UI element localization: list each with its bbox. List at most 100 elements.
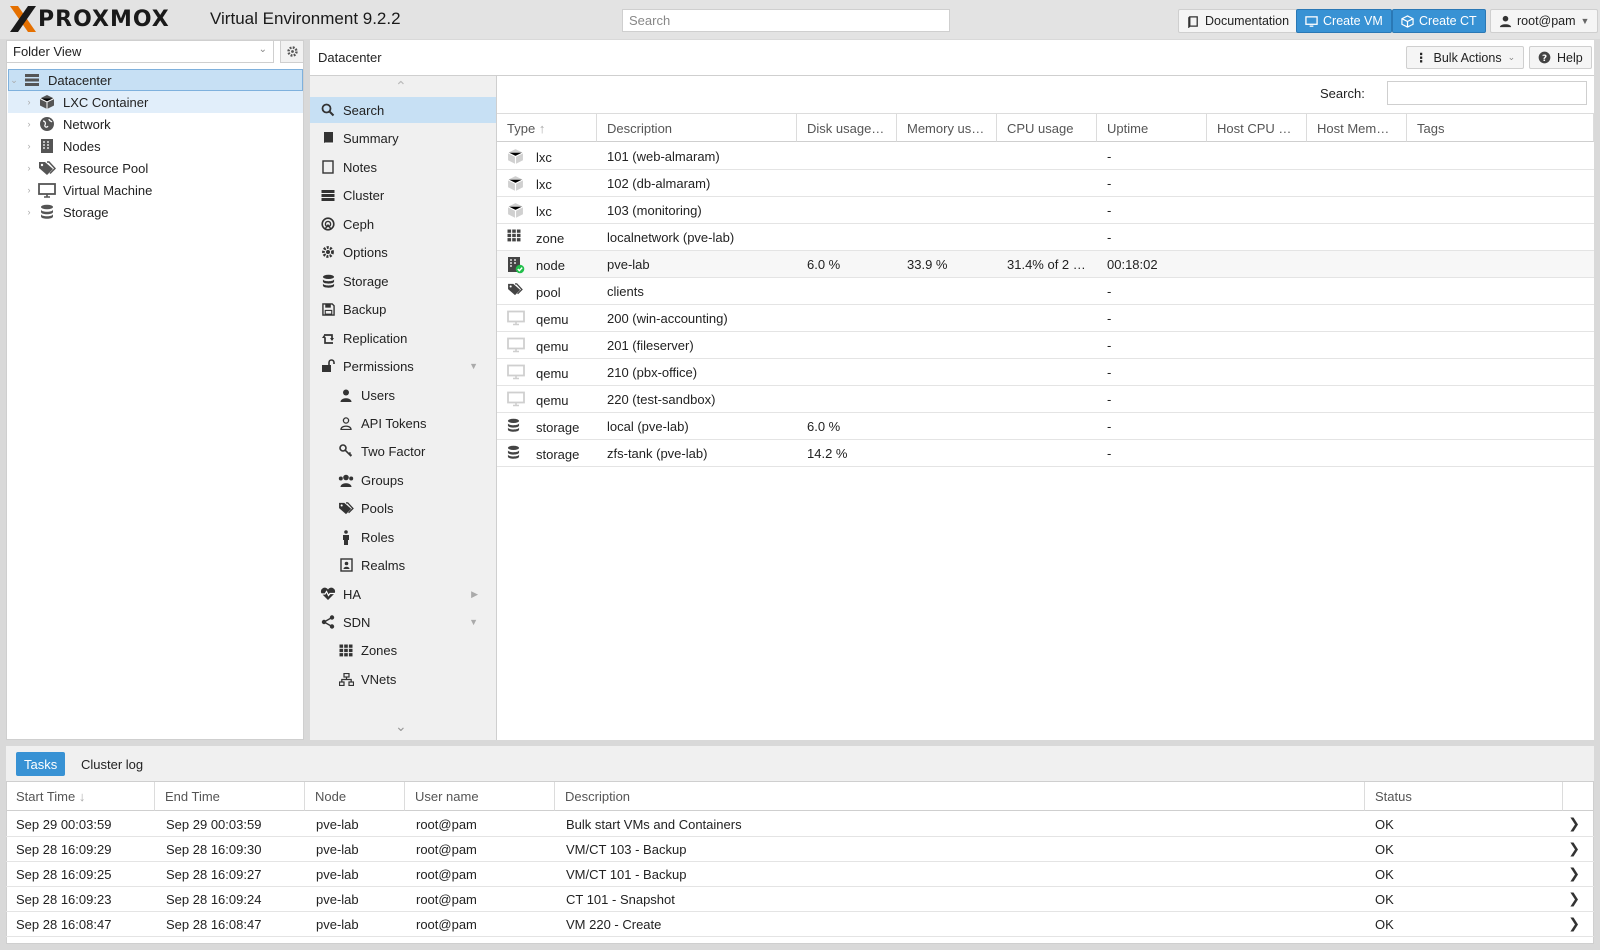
scroll-up-icon[interactable]: ⌃ bbox=[395, 78, 407, 95]
chevron-right-icon[interactable]: ❯ bbox=[1568, 915, 1580, 932]
nav-item-api-tokens[interactable]: API Tokens bbox=[310, 410, 496, 436]
nav-item-roles[interactable]: Roles bbox=[310, 524, 496, 550]
expand-icon[interactable]: › bbox=[24, 97, 34, 107]
nav-item-groups[interactable]: Groups bbox=[310, 467, 496, 493]
help-button[interactable]: ? Help bbox=[1529, 46, 1592, 69]
grid-column-header[interactable]: Host CPU … bbox=[1207, 113, 1307, 142]
grid-column-header[interactable]: Host Mem… bbox=[1307, 113, 1407, 142]
table-row[interactable]: node pve-lab 6.0 % 33.9 % 31.4% of 2 … 00:18:… bbox=[497, 251, 1594, 278]
task-node: pve-lab bbox=[316, 867, 359, 882]
grid-icon bbox=[507, 229, 525, 246]
tree-item-network[interactable]: › Network bbox=[8, 113, 303, 135]
tab-tasks[interactable]: Tasks bbox=[16, 752, 66, 776]
table-row[interactable]: qemu 200 (win-accounting) - bbox=[497, 305, 1594, 332]
task-column-header bbox=[1563, 782, 1594, 811]
create-ct-button[interactable]: Create CT bbox=[1392, 9, 1486, 33]
chevron-right-icon[interactable]: ❯ bbox=[1568, 815, 1580, 832]
nav-item-replication[interactable]: Replication bbox=[310, 325, 496, 351]
chevron-right-icon[interactable]: ❯ bbox=[1568, 840, 1580, 857]
row-description: localnetwork (pve-lab) bbox=[607, 230, 735, 245]
create-vm-button[interactable]: Create VM bbox=[1296, 9, 1392, 33]
task-column-header[interactable]: User name bbox=[405, 782, 555, 811]
chevron-right-icon[interactable]: ❯ bbox=[1568, 865, 1580, 882]
monitor-icon bbox=[1305, 15, 1318, 27]
task-row[interactable]: Sep 28 16:09:23 Sep 28 16:09:24 pve-lab roo… bbox=[6, 887, 1594, 912]
tree-item-lxc-container[interactable]: › LXC Container bbox=[8, 91, 303, 113]
tree-item-resource-pool[interactable]: › Resource Pool bbox=[8, 157, 303, 179]
collapse-down-icon[interactable]: ▼ bbox=[469, 617, 478, 627]
task-column-header[interactable]: Description bbox=[555, 782, 1365, 811]
task-description: VM 220 - Create bbox=[566, 917, 662, 932]
nav-item-notes[interactable]: Notes bbox=[310, 154, 496, 180]
bulk-actions-button[interactable]: ⋮ Bulk Actions ⌄ bbox=[1406, 46, 1525, 69]
grid-column-header[interactable]: Memory us… bbox=[897, 113, 997, 142]
tree-item-datacenter[interactable]: ⌄ Datacenter bbox=[8, 69, 303, 91]
node-online-icon bbox=[507, 256, 525, 274]
table-row[interactable]: storage local (pve-lab) 6.0 % - bbox=[497, 413, 1594, 440]
table-row[interactable]: qemu 220 (test-sandbox) - bbox=[497, 386, 1594, 413]
expand-icon[interactable]: › bbox=[24, 207, 34, 217]
expand-icon[interactable]: › bbox=[24, 141, 34, 151]
documentation-button[interactable]: Documentation bbox=[1178, 9, 1299, 33]
nav-item-pools[interactable]: Pools bbox=[310, 495, 496, 521]
key-icon bbox=[338, 444, 354, 458]
table-row[interactable]: qemu 210 (pbx-office) - bbox=[497, 359, 1594, 386]
nav-item-users[interactable]: Users bbox=[310, 382, 496, 408]
grid-search-input[interactable] bbox=[1387, 81, 1587, 105]
grid-column-header[interactable]: Type ↑ bbox=[497, 113, 597, 142]
table-row[interactable]: qemu 201 (fileserver) - bbox=[497, 332, 1594, 359]
grid-column-header[interactable]: Description bbox=[597, 113, 797, 142]
collapse-down-icon[interactable]: ▼ bbox=[469, 361, 478, 371]
view-selector[interactable]: Folder View ⌄ bbox=[6, 40, 274, 63]
tree-item-virtual-machine[interactable]: › Virtual Machine bbox=[8, 179, 303, 201]
chevron-right-icon[interactable]: ❯ bbox=[1568, 890, 1580, 907]
expand-icon[interactable]: › bbox=[24, 119, 34, 129]
nav-item-summary[interactable]: Summary bbox=[310, 125, 496, 151]
row-uptime: - bbox=[1107, 176, 1112, 191]
grid-column-header[interactable]: Disk usage… bbox=[797, 113, 897, 142]
task-row[interactable]: Sep 28 16:09:25 Sep 28 16:09:27 pve-lab roo… bbox=[6, 862, 1594, 887]
expand-icon[interactable]: › bbox=[24, 185, 34, 195]
row-uptime: - bbox=[1107, 284, 1112, 299]
task-column-header[interactable]: Node bbox=[305, 782, 405, 811]
nav-item-realms[interactable]: Realms bbox=[310, 552, 496, 578]
nav-item-search[interactable]: Search bbox=[310, 97, 496, 123]
tree-settings-button[interactable] bbox=[280, 40, 304, 63]
nav-item-backup[interactable]: Backup bbox=[310, 296, 496, 322]
task-column-header[interactable]: End Time bbox=[155, 782, 305, 811]
nav-item-permissions[interactable]: Permissions ▼ bbox=[310, 353, 496, 379]
grid-column-header[interactable]: Uptime bbox=[1097, 113, 1207, 142]
nav-item-two-factor[interactable]: Two Factor bbox=[310, 438, 496, 464]
table-row[interactable]: lxc 102 (db-almaram) - bbox=[497, 170, 1594, 197]
grid-column-header[interactable]: Tags bbox=[1407, 113, 1594, 142]
expand-icon[interactable]: › bbox=[24, 163, 34, 173]
tab-cluster-log[interactable]: Cluster log bbox=[73, 752, 151, 776]
nav-item-options[interactable]: Options bbox=[310, 239, 496, 265]
global-search-input[interactable]: Search bbox=[622, 9, 950, 32]
tree-item-nodes[interactable]: › Nodes bbox=[8, 135, 303, 157]
collapse-icon[interactable]: ⌄ bbox=[9, 75, 19, 86]
task-row[interactable]: Sep 28 16:08:47 Sep 28 16:08:47 pve-lab roo… bbox=[6, 912, 1594, 937]
expand-right-icon[interactable]: ▶ bbox=[471, 589, 478, 600]
nav-item-sdn[interactable]: SDN ▼ bbox=[310, 609, 496, 635]
nav-item-ha[interactable]: HA ▶ bbox=[310, 581, 496, 607]
nav-item-storage[interactable]: Storage bbox=[310, 268, 496, 294]
table-row[interactable]: lxc 101 (web-almaram) - bbox=[497, 143, 1594, 170]
nav-item-zones[interactable]: Zones bbox=[310, 637, 496, 663]
task-column-header[interactable]: Start Time ↓ bbox=[6, 782, 155, 811]
nav-item-vnets[interactable]: VNets bbox=[310, 666, 496, 692]
task-column-header[interactable]: Status bbox=[1365, 782, 1563, 811]
task-row[interactable]: Sep 29 00:03:59 Sep 29 00:03:59 pve-lab roo… bbox=[6, 812, 1594, 837]
nav-item-cluster[interactable]: Cluster bbox=[310, 182, 496, 208]
nav-item-ceph[interactable]: Ceph bbox=[310, 211, 496, 237]
table-row[interactable]: zone localnetwork (pve-lab) - bbox=[497, 224, 1594, 251]
grid-column-header[interactable]: CPU usage bbox=[997, 113, 1097, 142]
monitor-icon bbox=[507, 310, 525, 327]
user-menu-button[interactable]: root@pam ▼ bbox=[1490, 9, 1599, 33]
table-row[interactable]: pool clients - bbox=[497, 278, 1594, 305]
task-row[interactable]: Sep 28 16:09:29 Sep 28 16:09:30 pve-lab roo… bbox=[6, 837, 1594, 862]
table-row[interactable]: lxc 103 (monitoring) - bbox=[497, 197, 1594, 224]
tree-item-storage[interactable]: › Storage bbox=[8, 201, 303, 223]
table-row[interactable]: storage zfs-tank (pve-lab) 14.2 % - bbox=[497, 440, 1594, 467]
scroll-down-icon[interactable]: ⌄ bbox=[395, 718, 407, 735]
